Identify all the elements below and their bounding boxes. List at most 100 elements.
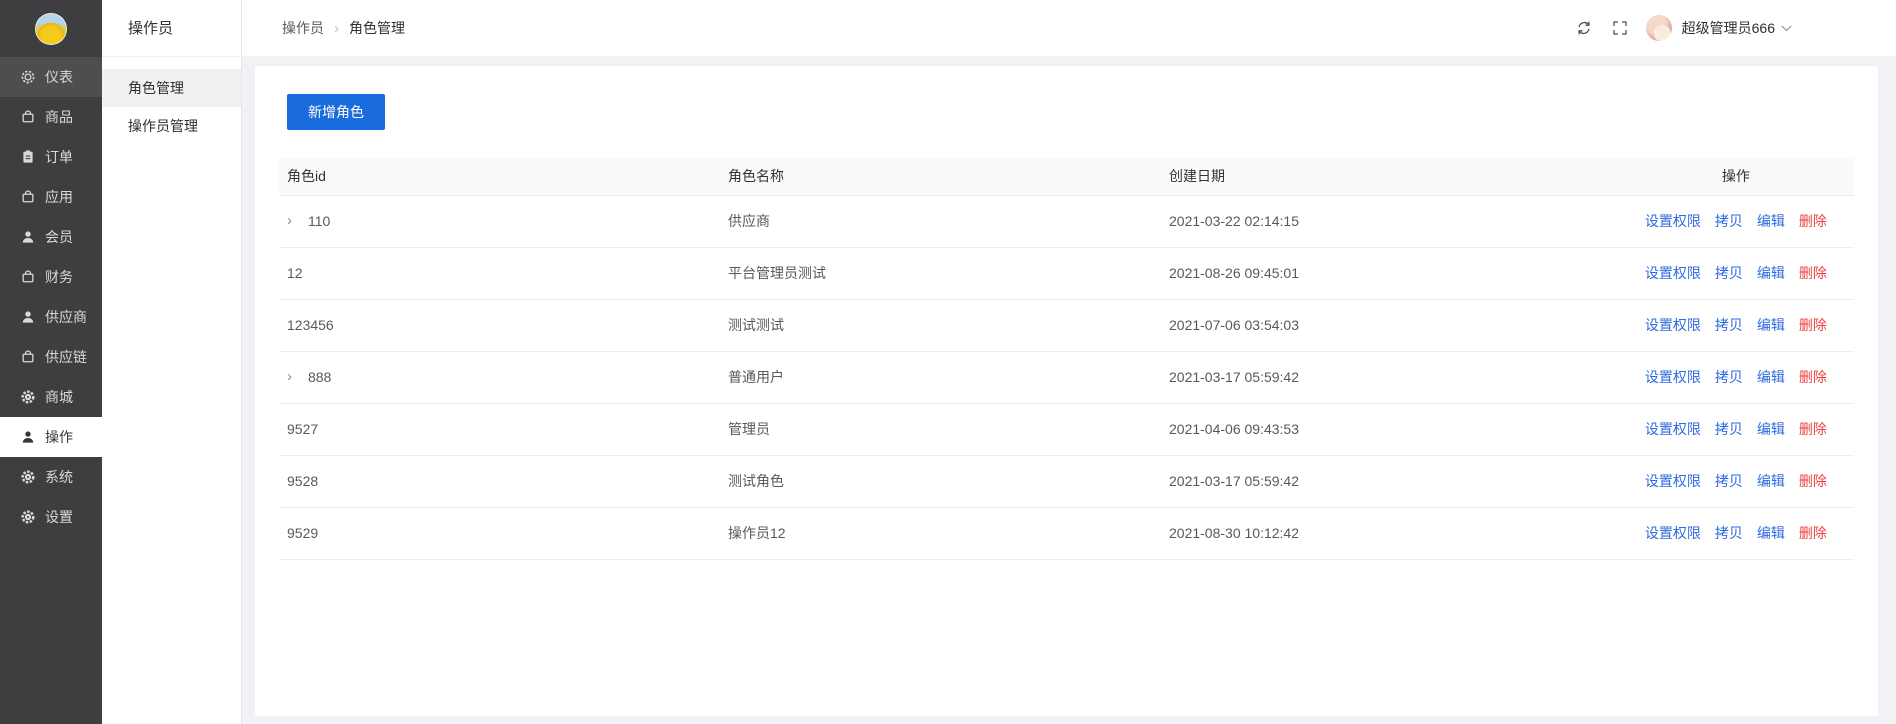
sidebar-item-system[interactable]: 系统 — [0, 457, 102, 497]
row-actions: 设置权限 拷贝 编辑 删除 — [1617, 247, 1854, 300]
sidebar-item-label: 会员 — [45, 229, 73, 245]
sidebar-item-label: 商城 — [45, 389, 73, 405]
set-permissions-link[interactable]: 设置权限 — [1645, 525, 1701, 541]
role-name: 供应商 — [720, 195, 1161, 248]
sidebar-item-mall[interactable]: 商城 — [0, 377, 102, 417]
created-date: 2021-08-26 09:45:01 — [1161, 247, 1618, 300]
sidebar-item-apps[interactable]: 应用 — [0, 177, 102, 217]
role-name: 管理员 — [720, 403, 1161, 456]
sidebar-item-settings[interactable]: 设置 — [0, 497, 102, 537]
breadcrumb: 操作员 › 角色管理 — [282, 18, 405, 38]
sidebar-item-operations[interactable]: 操作 — [0, 417, 102, 457]
chevron-down-icon[interactable] — [1781, 25, 1792, 32]
table-row: › 110 供应商 2021-03-22 02:14:15 设置权限 拷贝 编辑 删除 — [279, 195, 1854, 248]
copy-link[interactable]: 拷贝 — [1715, 525, 1743, 541]
sidebar-item-supply-chain[interactable]: 供应链 — [0, 337, 102, 377]
row-actions: 设置权限 拷贝 编辑 删除 — [1617, 195, 1854, 248]
role-id: 110 — [308, 213, 331, 229]
gear-icon — [20, 509, 36, 525]
submenu-item-role-management[interactable]: 角色管理 — [102, 69, 241, 107]
sidebar-item-members[interactable]: 会员 — [0, 217, 102, 257]
created-date: 2021-03-17 05:59:42 — [1161, 455, 1618, 508]
row-actions: 设置权限 拷贝 编辑 删除 — [1617, 299, 1854, 352]
clipboard-icon — [20, 149, 36, 165]
gauge-icon — [20, 69, 36, 85]
topbar-actions: 超级管理员666 — [1576, 15, 1792, 41]
delete-link[interactable]: 删除 — [1799, 473, 1827, 489]
edit-link[interactable]: 编辑 — [1757, 473, 1785, 489]
breadcrumb-item-parent[interactable]: 操作员 — [282, 18, 324, 38]
expand-row-icon[interactable]: › — [287, 369, 299, 384]
username-label[interactable]: 超级管理员666 — [1682, 18, 1775, 38]
created-date: 2021-04-06 09:43:53 — [1161, 403, 1618, 456]
created-date: 2021-08-30 10:12:42 — [1161, 507, 1618, 560]
user-icon — [20, 229, 36, 245]
primary-nav: 仪表商品订单应用会员财务供应商供应链商城操作系统设置 — [0, 57, 102, 537]
sidebar-item-label: 系统 — [45, 469, 73, 485]
copy-link[interactable]: 拷贝 — [1715, 213, 1743, 229]
table-row: 9528 测试角色 2021-03-17 05:59:42 设置权限 拷贝 编辑 删除 — [279, 455, 1854, 508]
breadcrumb-item-current: 角色管理 — [349, 20, 405, 36]
delete-link[interactable]: 删除 — [1799, 525, 1827, 541]
sidebar-item-dashboard[interactable]: 仪表 — [0, 57, 102, 97]
delete-link[interactable]: 删除 — [1799, 213, 1827, 229]
copy-link[interactable]: 拷贝 — [1715, 265, 1743, 281]
edit-link[interactable]: 编辑 — [1757, 421, 1785, 437]
copy-link[interactable]: 拷贝 — [1715, 421, 1743, 437]
edit-link[interactable]: 编辑 — [1757, 265, 1785, 281]
delete-link[interactable]: 删除 — [1799, 317, 1827, 333]
add-role-button[interactable]: 新增角色 — [287, 94, 385, 130]
set-permissions-link[interactable]: 设置权限 — [1645, 265, 1701, 281]
sidebar-item-suppliers[interactable]: 供应商 — [0, 297, 102, 337]
fullscreen-icon[interactable] — [1612, 20, 1628, 36]
role-name: 平台管理员测试 — [720, 247, 1161, 300]
edit-link[interactable]: 编辑 — [1757, 525, 1785, 541]
created-date: 2021-07-06 03:54:03 — [1161, 299, 1618, 352]
app-logo[interactable] — [35, 12, 67, 45]
set-permissions-link[interactable]: 设置权限 — [1645, 421, 1701, 437]
sidebar-item-label: 商品 — [45, 109, 73, 125]
sidebar-item-orders[interactable]: 订单 — [0, 137, 102, 177]
user-icon — [20, 429, 36, 445]
set-permissions-link[interactable]: 设置权限 — [1645, 473, 1701, 489]
sidebar-item-label: 仪表 — [45, 69, 73, 85]
column-header-created-date: 创建日期 — [1161, 158, 1618, 196]
sidebar-item-goods[interactable]: 商品 — [0, 97, 102, 137]
expand-row-icon[interactable]: › — [287, 213, 299, 228]
sidebar-item-finance[interactable]: 财务 — [0, 257, 102, 297]
edit-link[interactable]: 编辑 — [1757, 213, 1785, 229]
sidebar-item-label: 设置 — [45, 509, 73, 525]
table-header-row: 角色id 角色名称 创建日期 操作 — [279, 158, 1854, 196]
delete-link[interactable]: 删除 — [1799, 265, 1827, 281]
role-name: 测试角色 — [720, 455, 1161, 508]
delete-link[interactable]: 删除 — [1799, 369, 1827, 385]
refresh-icon[interactable] — [1576, 20, 1592, 36]
edit-link[interactable]: 编辑 — [1757, 369, 1785, 385]
column-header-role-id: 角色id — [279, 158, 720, 196]
set-permissions-link[interactable]: 设置权限 — [1645, 317, 1701, 333]
row-actions: 设置权限 拷贝 编辑 删除 — [1617, 351, 1854, 404]
edit-link[interactable]: 编辑 — [1757, 317, 1785, 333]
set-permissions-link[interactable]: 设置权限 — [1645, 369, 1701, 385]
submenu-item-operator-management[interactable]: 操作员管理 — [102, 107, 241, 145]
sidebar-item-label: 订单 — [45, 149, 73, 165]
role-id: 12 — [287, 265, 303, 281]
content-area: 新增角色 角色id 角色名称 创建日期 操作 › 110 供应商 2021-03… — [242, 57, 1896, 724]
bag-icon — [20, 189, 36, 205]
set-permissions-link[interactable]: 设置权限 — [1645, 213, 1701, 229]
sidebar-item-label: 应用 — [45, 189, 73, 205]
content-card: 新增角色 角色id 角色名称 创建日期 操作 › 110 供应商 2021-03… — [255, 66, 1878, 716]
copy-link[interactable]: 拷贝 — [1715, 473, 1743, 489]
bag-icon — [20, 109, 36, 125]
submenu-title: 操作员 — [102, 0, 241, 57]
sidebar-item-label: 操作 — [45, 429, 73, 445]
sidebar-item-label: 供应商 — [45, 309, 87, 325]
copy-link[interactable]: 拷贝 — [1715, 317, 1743, 333]
copy-link[interactable]: 拷贝 — [1715, 369, 1743, 385]
primary-sidebar: 仪表商品订单应用会员财务供应商供应链商城操作系统设置 — [0, 0, 102, 724]
app: 仪表 商品 订单 应用 会员 财务 供应商 供应链 商城 操作 系统 设置 操作员 角色管理 操作员管理… — [0, 0, 1896, 724]
delete-link[interactable]: 删除 — [1799, 421, 1827, 437]
column-header-role-name: 角色名称 — [720, 158, 1161, 196]
card-toolbar: 新增角色 — [255, 66, 1878, 130]
user-avatar[interactable] — [1645, 15, 1672, 41]
